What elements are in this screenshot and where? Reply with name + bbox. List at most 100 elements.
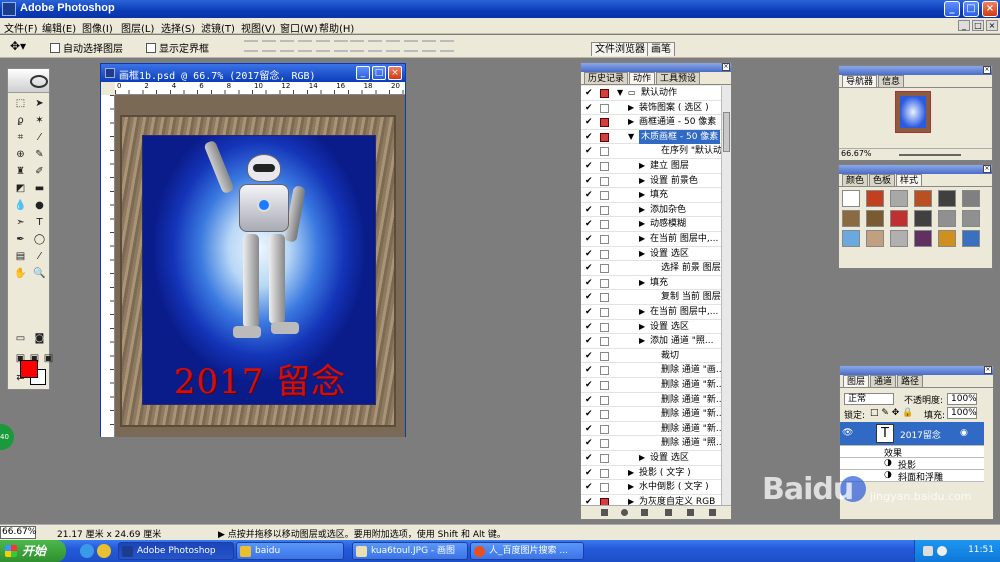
- check-icon[interactable]: ✔: [585, 249, 593, 258]
- dialog-toggle-icon[interactable]: [600, 176, 609, 186]
- expand-icon[interactable]: ▶: [639, 203, 645, 217]
- check-icon[interactable]: ✔: [585, 322, 593, 331]
- doc-close-button[interactable]: ×: [986, 20, 998, 31]
- action-row[interactable]: ✔ 删除 通道 "新...: [581, 378, 724, 393]
- palette-close-icon[interactable]: ×: [722, 63, 730, 71]
- menu-help[interactable]: 帮助(H): [319, 20, 354, 35]
- scroll-thumb[interactable]: [723, 112, 730, 152]
- check-icon[interactable]: ✔: [585, 264, 593, 273]
- dialog-toggle-icon[interactable]: [600, 293, 609, 303]
- action-row[interactable]: ✔ 删除 通道 "新...: [581, 422, 724, 437]
- foreground-color-swatch[interactable]: [20, 360, 38, 378]
- expand-icon[interactable]: ▶: [639, 217, 645, 231]
- style-swatch[interactable]: [842, 190, 860, 207]
- action-row[interactable]: ✔ 删除 通道 "新...: [581, 407, 724, 422]
- path-selection-tool-icon[interactable]: ➣: [13, 216, 28, 230]
- dialog-toggle-icon[interactable]: [600, 454, 609, 463]
- tab-navigator[interactable]: 导航器: [842, 75, 878, 87]
- check-icon[interactable]: ✔: [585, 118, 593, 127]
- palette-grip[interactable]: ×: [839, 165, 992, 174]
- move-tool-icon[interactable]: ✥▾: [10, 39, 26, 53]
- dialog-toggle-icon[interactable]: [600, 468, 609, 478]
- palette-close-icon[interactable]: ×: [983, 66, 991, 74]
- dialog-toggle-icon[interactable]: [600, 366, 609, 376]
- canvas[interactable]: 2017 留念: [115, 95, 405, 437]
- move-tool-icon[interactable]: ➤: [32, 97, 47, 111]
- tab-color[interactable]: 颜色: [842, 174, 869, 186]
- volume-icon[interactable]: [937, 546, 947, 556]
- folder-quicklaunch-icon[interactable]: [97, 544, 111, 558]
- check-icon[interactable]: ✔: [585, 337, 593, 346]
- action-row[interactable]: ✔ ▶ 设置 选区: [581, 247, 721, 262]
- palette-grip[interactable]: ×: [581, 63, 731, 72]
- distribute-icon[interactable]: [386, 40, 400, 52]
- action-row[interactable]: ✔ ▶ 画框通道 - 50 像素: [581, 115, 721, 130]
- align-icon[interactable]: [280, 40, 294, 52]
- action-row[interactable]: ✔ ▶ 在当前 图层中,...: [581, 232, 721, 247]
- tab-styles[interactable]: 样式: [896, 174, 923, 186]
- check-icon[interactable]: ✔: [585, 235, 593, 244]
- stop-icon[interactable]: [601, 509, 608, 516]
- style-swatch[interactable]: [938, 230, 956, 247]
- dialog-toggle-icon[interactable]: [600, 235, 609, 244]
- history-brush-tool-icon[interactable]: ✐: [32, 165, 47, 179]
- check-icon[interactable]: ✔: [585, 308, 593, 317]
- blur-tool-icon[interactable]: 💧: [13, 199, 28, 213]
- eraser-tool-icon[interactable]: ◩: [13, 182, 28, 196]
- tab-info[interactable]: 信息: [878, 75, 905, 87]
- document-close-button[interactable]: ×: [388, 66, 402, 80]
- check-icon[interactable]: ✔: [585, 147, 593, 156]
- menu-file[interactable]: 文件(F): [4, 20, 38, 35]
- style-swatch[interactable]: [842, 230, 860, 247]
- expand-icon[interactable]: ▶: [639, 232, 645, 246]
- layer-row[interactable]: 👁 T 2017留念 ◉: [840, 422, 984, 446]
- check-icon[interactable]: ✔: [585, 351, 593, 360]
- expand-icon[interactable]: ▶: [628, 101, 634, 115]
- effects-row[interactable]: 效果: [840, 446, 984, 459]
- dialog-toggle-icon[interactable]: [600, 424, 609, 434]
- menu-window[interactable]: 窗口(W): [280, 20, 318, 35]
- expand-icon[interactable]: ▶: [639, 334, 645, 348]
- healing-brush-tool-icon[interactable]: ⊕: [13, 148, 28, 162]
- align-icon[interactable]: [262, 40, 276, 52]
- style-swatch[interactable]: [890, 230, 908, 247]
- expand-icon[interactable]: ▶: [639, 188, 645, 202]
- action-row[interactable]: ✔ 裁切: [581, 349, 721, 364]
- check-icon[interactable]: ✔: [585, 410, 593, 419]
- document-maximize-button[interactable]: □: [372, 66, 386, 80]
- check-icon[interactable]: ✔: [585, 454, 593, 463]
- expand-icon[interactable]: ▶: [639, 320, 645, 334]
- collapse-icon[interactable]: ▼: [628, 130, 634, 144]
- show-bounds-checkbox[interactable]: 显示定界框: [146, 40, 209, 55]
- align-icon[interactable]: [298, 40, 312, 52]
- check-icon[interactable]: ✔: [585, 191, 593, 200]
- eyedropper-tool-icon[interactable]: ⁄: [32, 250, 47, 264]
- check-icon[interactable]: ✔: [585, 103, 593, 112]
- fill-input[interactable]: 100%: [947, 407, 977, 419]
- tab-file-browser[interactable]: 文件浏览器: [591, 42, 649, 56]
- dialog-toggle-icon[interactable]: [600, 483, 609, 493]
- dialog-toggle-icon[interactable]: [600, 89, 609, 98]
- dialog-toggle-icon[interactable]: [600, 410, 609, 420]
- style-swatch[interactable]: [866, 210, 884, 227]
- distribute-icon[interactable]: [368, 40, 382, 52]
- style-swatch[interactable]: [938, 190, 956, 207]
- check-icon[interactable]: ✔: [585, 395, 593, 404]
- minimize-button[interactable]: _: [944, 1, 960, 17]
- doc-minimize-button[interactable]: _: [958, 20, 970, 31]
- delete-icon[interactable]: [709, 509, 716, 516]
- hand-tool-icon[interactable]: ✋: [13, 267, 28, 281]
- check-icon[interactable]: ✔: [585, 205, 593, 214]
- dialog-toggle-icon[interactable]: [600, 278, 609, 288]
- dialog-toggle-icon[interactable]: [600, 308, 609, 317]
- check-icon[interactable]: ✔: [585, 381, 593, 390]
- new-action-icon[interactable]: [687, 509, 694, 516]
- dialog-toggle-icon[interactable]: [600, 351, 609, 361]
- distribute-icon[interactable]: [350, 40, 364, 52]
- status-zoom-input[interactable]: 66.67%: [0, 526, 36, 539]
- check-icon[interactable]: ✔: [585, 220, 593, 229]
- dialog-toggle-icon[interactable]: [600, 439, 609, 449]
- action-row[interactable]: ✔ 在序列 "默认动...: [581, 144, 731, 159]
- expand-icon[interactable]: ▶: [639, 451, 645, 465]
- palette-grip[interactable]: ×: [840, 366, 993, 375]
